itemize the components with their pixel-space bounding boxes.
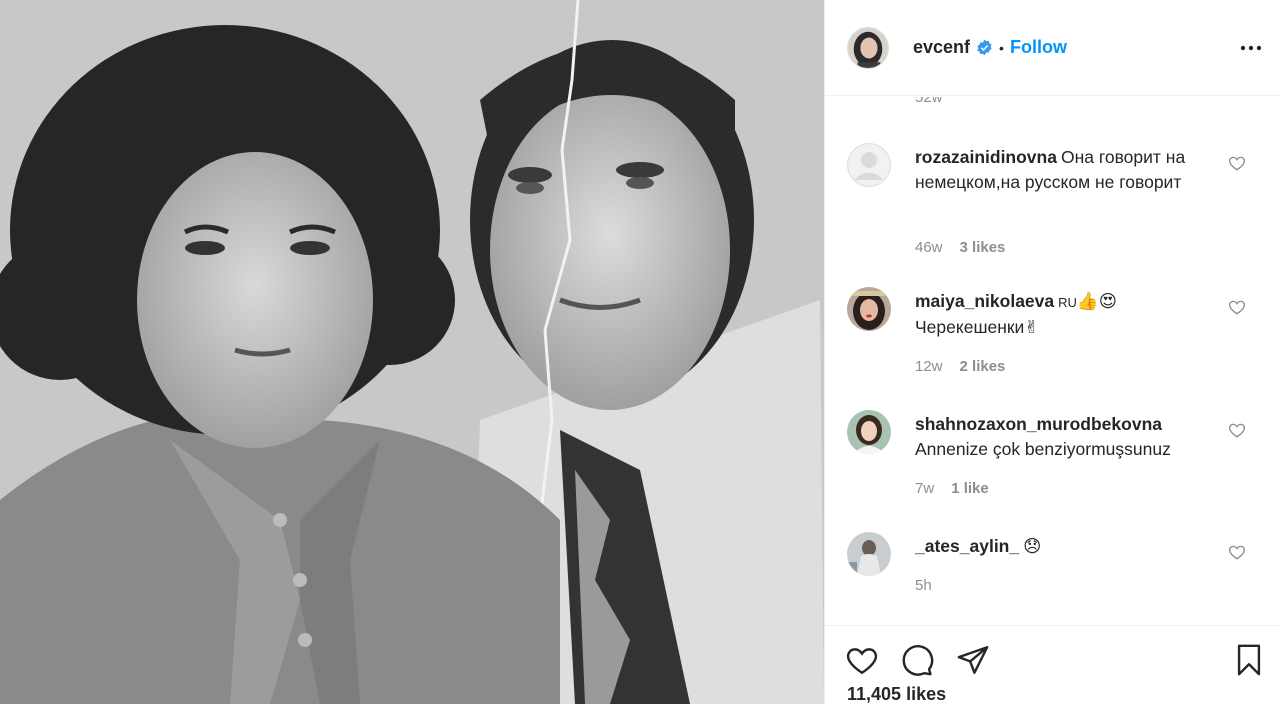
- heart-icon[interactable]: [1228, 543, 1246, 561]
- comment-text-block: shahnozaxon_murodbekovna Annenize çok be…: [915, 412, 1215, 462]
- comment-meta: 12w 2 likes: [915, 358, 1005, 375]
- share-icon[interactable]: [956, 643, 990, 677]
- post-side-panel: evcenf • Follow 52w rozazainidinovna Она…: [824, 0, 1280, 704]
- heart-icon[interactable]: [845, 643, 879, 677]
- author-avatar-image: [848, 27, 888, 68]
- comment-text-prefix: RU: [1058, 295, 1077, 310]
- comment-text-block: maiya_nikolaeva RU👍😍 Черекешенки✌: [915, 289, 1215, 340]
- post-likes-count[interactable]: 11,405 likes: [847, 684, 946, 704]
- comment-text: Annenize çok benziyormuşsunuz: [915, 439, 1171, 459]
- comment-username[interactable]: shahnozaxon_murodbekovna: [915, 414, 1162, 434]
- comment-emoji: 😞: [1023, 536, 1042, 556]
- vintage-couple-photo: [0, 0, 824, 704]
- post-header: evcenf • Follow: [825, 0, 1280, 96]
- comment-username[interactable]: maiya_nikolaeva: [915, 291, 1054, 311]
- comment-avatar[interactable]: [847, 143, 891, 187]
- comment-likes[interactable]: 1 like: [951, 480, 989, 497]
- comment-time: 46w: [915, 239, 943, 256]
- comment-username[interactable]: rozazainidinovna: [915, 147, 1057, 167]
- comment-meta: 46w 3 likes: [915, 239, 1005, 256]
- follow-button[interactable]: Follow: [1010, 37, 1067, 58]
- comment-text: Черекешенки✌: [915, 317, 1039, 337]
- user-photo: [847, 410, 891, 454]
- bookmark-icon[interactable]: [1232, 643, 1266, 677]
- heart-icon[interactable]: [1228, 298, 1246, 316]
- comment-avatar[interactable]: [847, 532, 891, 576]
- comment-time: 5h: [915, 577, 932, 594]
- previous-comment-time: 52w: [915, 97, 943, 106]
- user-photo: [847, 287, 891, 331]
- verified-badge-icon: [977, 39, 992, 56]
- comment-username[interactable]: _ates_aylin_: [915, 536, 1019, 556]
- comment-emoji: 👍😍: [1076, 291, 1117, 311]
- comment-time: 12w: [915, 358, 943, 375]
- more-options-icon[interactable]: [1239, 36, 1263, 60]
- user-photo: [847, 532, 891, 576]
- comment-meta: 5h: [915, 577, 932, 594]
- comment-likes[interactable]: 2 likes: [960, 358, 1006, 375]
- post-photo: [0, 0, 824, 704]
- comment-meta: 7w 1 like: [915, 480, 989, 497]
- author-avatar[interactable]: [847, 26, 889, 69]
- comment-avatar[interactable]: [847, 410, 891, 454]
- comment-text-block: rozazainidinovna Она говорит на немецком,…: [915, 145, 1215, 195]
- comment-icon[interactable]: [900, 643, 934, 677]
- instagram-post-view: evcenf • Follow 52w rozazainidinovna Она…: [0, 0, 1280, 704]
- heart-icon[interactable]: [1228, 154, 1246, 172]
- heart-icon[interactable]: [1228, 421, 1246, 439]
- author-username[interactable]: evcenf: [913, 37, 970, 58]
- comment-time: 7w: [915, 480, 935, 497]
- comment-likes[interactable]: 3 likes: [960, 239, 1006, 256]
- comment-text-block: _ates_aylin_ 😞: [915, 534, 1215, 559]
- default-avatar-icon: [847, 143, 891, 187]
- comment-avatar[interactable]: [847, 287, 891, 331]
- header-separator: •: [999, 39, 1004, 56]
- comments-list[interactable]: 52w rozazainidinovna Она говорит на немец…: [825, 97, 1280, 624]
